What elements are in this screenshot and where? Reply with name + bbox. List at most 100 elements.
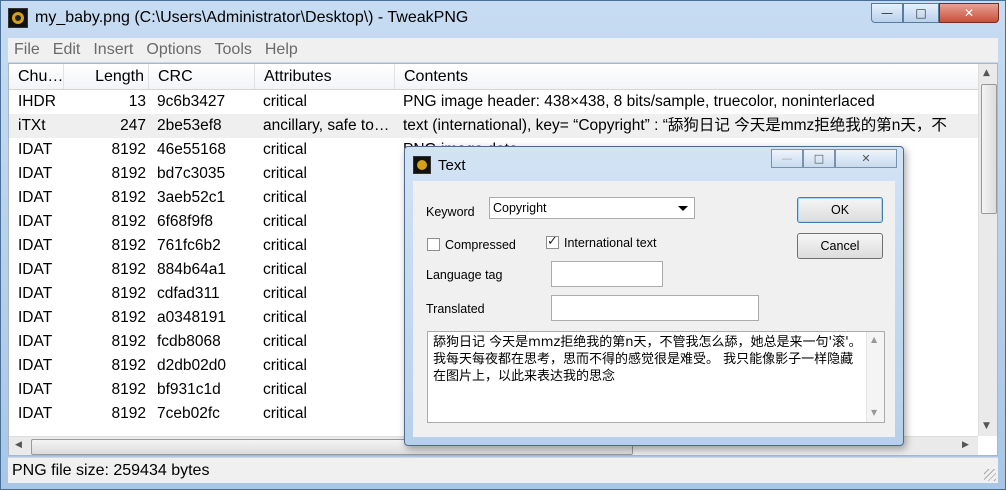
language-tag-label: Language tag <box>426 268 503 282</box>
cell-attributes: critical <box>263 405 307 422</box>
menu-tools[interactable]: Tools <box>209 41 259 59</box>
chevron-down-icon[interactable] <box>678 206 688 211</box>
scroll-down-icon[interactable]: ▼ <box>871 408 877 417</box>
cell-length: 8192 <box>111 141 146 158</box>
cell-attributes: ancillary, safe to… <box>263 117 390 134</box>
cell-attributes: critical <box>263 93 307 110</box>
international-text-label[interactable]: International text <box>564 236 656 250</box>
menu-edit[interactable]: Edit <box>47 41 88 59</box>
cell-chunk: IDAT <box>18 333 53 350</box>
cell-chunk: IHDR <box>18 93 56 110</box>
cell-crc: 761fc6b2 <box>157 237 221 254</box>
cell-crc: 7ceb02fc <box>157 405 220 422</box>
cell-contents: PNG image header: 438×438, 8 bits/sample… <box>403 93 875 110</box>
minimize-button[interactable]: — <box>871 3 903 23</box>
compressed-label[interactable]: Compressed <box>445 238 516 252</box>
cell-length: 8192 <box>111 405 146 422</box>
translated-keyword-input[interactable] <box>551 295 759 321</box>
table-row[interactable]: IHDR 13 9c6b3427 critical PNG image header: … <box>9 90 979 114</box>
cell-attributes: critical <box>263 381 307 398</box>
vertical-scrollbar[interactable]: ▲ ▼ <box>978 64 997 436</box>
cell-chunk: IDAT <box>18 165 53 182</box>
col-header-attributes[interactable]: Attributes <box>255 64 395 89</box>
cell-length: 247 <box>120 117 146 134</box>
resize-grip-icon[interactable] <box>984 469 996 481</box>
cell-chunk: IDAT <box>18 189 53 206</box>
menu-bar: File Edit Insert Options Tools Help <box>8 38 998 62</box>
cell-attributes: critical <box>263 213 307 230</box>
menu-options[interactable]: Options <box>140 41 208 59</box>
keyword-label: Keyword <box>426 205 475 219</box>
vertical-scroll-thumb[interactable] <box>981 84 997 214</box>
cell-length: 8192 <box>111 309 146 326</box>
cell-crc: 2be53ef8 <box>157 117 222 134</box>
scroll-left-icon[interactable]: ◀ <box>15 440 22 450</box>
scroll-up-icon[interactable]: ▲ <box>871 335 877 344</box>
text-content[interactable]: 舔狗日记 今天是mmz拒绝我的第n天，不管我怎么舔，她总是来一句'滚'。我每天每… <box>433 334 863 385</box>
cell-attributes: critical <box>263 141 307 158</box>
dialog-close-button[interactable]: ✕ <box>835 149 897 168</box>
menu-help[interactable]: Help <box>259 41 305 59</box>
maximize-button[interactable]: □ <box>903 3 939 23</box>
international-text-checkbox[interactable] <box>546 234 559 249</box>
dialog-app-icon <box>413 156 431 174</box>
dialog-minimize-button[interactable]: — <box>771 149 803 168</box>
cell-length: 13 <box>128 93 146 110</box>
cell-attributes: critical <box>263 237 307 254</box>
menu-file[interactable]: File <box>8 41 47 59</box>
cell-length: 8192 <box>111 357 146 374</box>
compressed-checkbox[interactable] <box>427 238 440 251</box>
cell-attributes: critical <box>263 285 307 302</box>
minimize-icon: — <box>781 152 793 165</box>
scroll-up-icon[interactable]: ▲ <box>983 68 990 78</box>
translated-label: Translated <box>426 302 485 316</box>
col-header-chunk[interactable]: Chu… <box>9 64 64 89</box>
cell-length: 8192 <box>111 333 146 350</box>
title-bar[interactable]: my_baby.png (C:\Users\Administrator\Desk… <box>1 1 1005 37</box>
cell-chunk: IDAT <box>18 141 53 158</box>
status-bar: PNG file size: 259434 bytes <box>8 457 998 483</box>
table-row[interactable]: iTXt 247 2be53ef8 ancillary, safe to… text (… <box>9 114 979 138</box>
keyword-value: Copyright <box>493 201 547 215</box>
cell-crc: cdfad311 <box>157 285 220 302</box>
cell-chunk: IDAT <box>18 285 53 302</box>
cell-chunk: IDAT <box>18 213 53 230</box>
cell-length: 8192 <box>111 261 146 278</box>
cell-crc: bf931c1d <box>157 381 221 398</box>
col-header-contents[interactable]: Contents <box>395 64 979 89</box>
maximize-icon: □ <box>813 152 825 165</box>
menu-insert[interactable]: Insert <box>87 41 140 59</box>
cell-attributes: critical <box>263 165 307 182</box>
cell-crc: 9c6b3427 <box>157 93 226 110</box>
list-header: Chu… Length CRC Attributes Contents <box>9 64 979 90</box>
cell-chunk: IDAT <box>18 405 53 422</box>
cell-crc: 46e55168 <box>157 141 226 158</box>
cell-length: 8192 <box>111 165 146 182</box>
text-content-area[interactable]: 舔狗日记 今天是mmz拒绝我的第n天，不管我怎么舔，她总是来一句'滚'。我每天每… <box>427 331 885 423</box>
language-tag-input[interactable] <box>551 261 663 287</box>
cell-length: 8192 <box>111 237 146 254</box>
cell-crc: d2db02d0 <box>157 357 226 374</box>
col-header-length[interactable]: Length <box>64 64 149 89</box>
close-button[interactable]: ✕ <box>939 3 999 23</box>
cell-attributes: critical <box>263 189 307 206</box>
cancel-button[interactable]: Cancel <box>797 233 883 259</box>
cell-crc: 6f68f9f8 <box>157 213 214 230</box>
dialog-title: Text <box>438 157 466 174</box>
keyword-select[interactable]: Copyright <box>489 197 695 219</box>
cell-attributes: critical <box>263 309 307 326</box>
cell-chunk: iTXt <box>18 117 46 134</box>
cell-attributes: critical <box>263 357 307 374</box>
status-text: PNG file size: 259434 bytes <box>12 462 210 479</box>
dialog-maximize-button[interactable]: □ <box>803 149 835 168</box>
cell-crc: 884b64a1 <box>157 261 226 278</box>
cell-length: 8192 <box>111 285 146 302</box>
ok-button[interactable]: OK <box>797 197 883 223</box>
tweakpng-app-icon[interactable] <box>8 8 28 28</box>
col-header-crc[interactable]: CRC <box>149 64 255 89</box>
cell-length: 8192 <box>111 189 146 206</box>
cell-attributes: critical <box>263 261 307 278</box>
scroll-down-icon[interactable]: ▼ <box>983 421 990 431</box>
scroll-right-icon[interactable]: ▶ <box>962 440 969 450</box>
text-scrollbar[interactable]: ▲ ▼ <box>866 332 884 422</box>
